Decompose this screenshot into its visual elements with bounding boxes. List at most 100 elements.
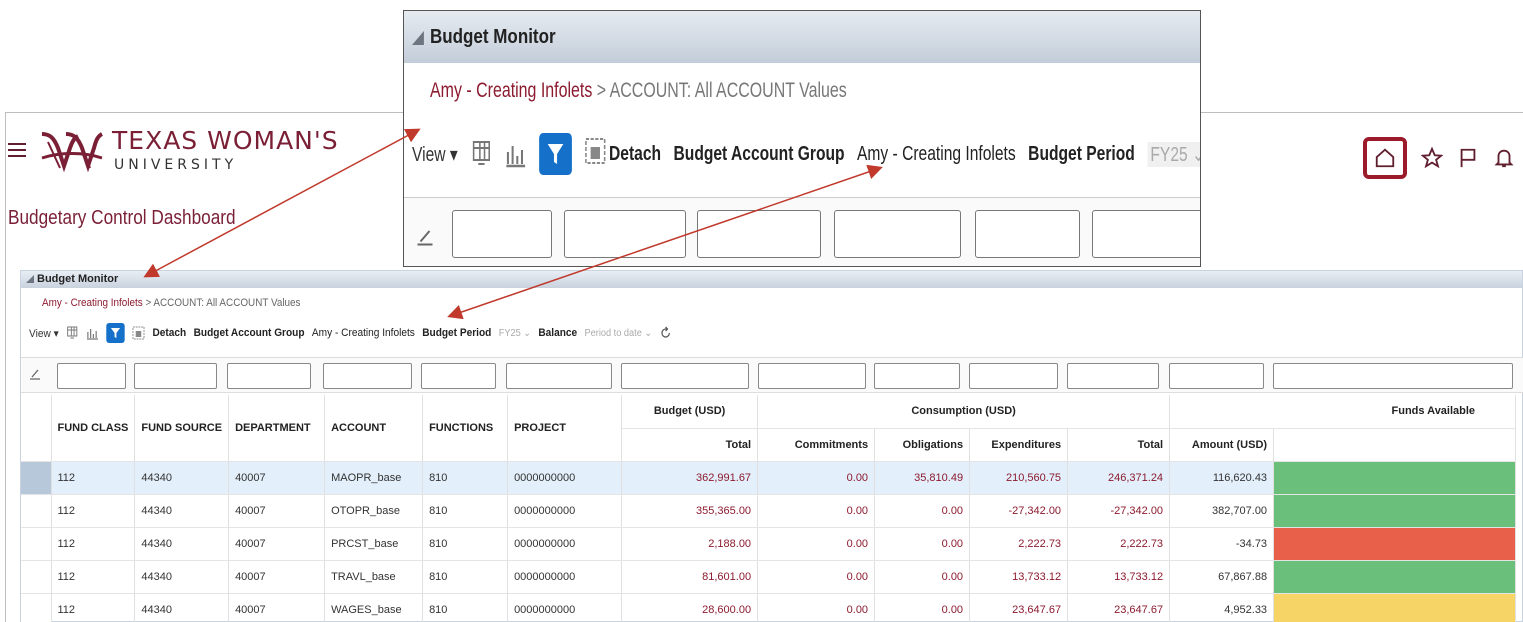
col-department[interactable]: DEPARTMENT — [228, 395, 326, 462]
cell-consumption-total[interactable]: 13,733.12 — [1067, 560, 1171, 594]
chart-icon[interactable] — [86, 326, 99, 340]
table-row[interactable]: 112 44340 40007 TRAVL_base 810 000000000… — [21, 560, 1517, 594]
refresh-icon[interactable] — [659, 326, 672, 340]
university-logo[interactable]: TEXAS WOMAN'S UNIVERSITY — [40, 124, 340, 180]
cell-expenditures[interactable]: 13,733.12 — [969, 560, 1069, 594]
cell-budget-total[interactable]: 81,601.00 — [621, 560, 759, 594]
cell-functions: 810 — [422, 494, 509, 528]
cell-department: 40007 — [228, 527, 326, 561]
cell-account: MAOPR_base — [324, 461, 424, 495]
cell-project: 0000000000 — [507, 593, 623, 622]
cell-commitments[interactable]: 0.00 — [757, 527, 876, 561]
row-selector[interactable] — [21, 494, 52, 528]
detach-button[interactable]: Detach — [152, 327, 186, 339]
filter-project[interactable] — [506, 363, 612, 389]
col-expenditures[interactable]: Expenditures — [969, 428, 1069, 462]
row-selector[interactable] — [21, 527, 52, 561]
cell-expenditures[interactable]: -27,342.00 — [969, 494, 1069, 528]
filter-commitments[interactable] — [758, 363, 866, 389]
filter-functions[interactable] — [421, 363, 496, 389]
col-budget-total[interactable]: Total — [621, 428, 759, 462]
col-fund-class[interactable]: FUND CLASS — [51, 395, 136, 462]
cell-fund-source: 44340 — [134, 560, 230, 594]
table-row[interactable]: 112 44340 40007 OTOPR_base 810 000000000… — [21, 494, 1517, 528]
col-functions[interactable]: FUNCTIONS — [422, 395, 509, 462]
row-selector[interactable] — [21, 593, 52, 622]
cell-consumption-total[interactable]: 23,647.67 — [1067, 593, 1171, 622]
freeze-columns-icon[interactable] — [66, 326, 79, 340]
star-icon[interactable] — [1421, 147, 1443, 169]
table-row[interactable]: 112 44340 40007 MAOPR_base 810 000000000… — [21, 461, 1517, 495]
collapse-triangle-icon[interactable] — [26, 275, 34, 283]
university-name: TEXAS WOMAN'S — [112, 126, 339, 155]
col-fund-source[interactable]: FUND SOURCE — [134, 395, 230, 462]
breadcrumb-current: > ACCOUNT: All ACCOUNT Values — [142, 297, 301, 309]
filter-amount[interactable] — [1169, 363, 1264, 389]
filter-expenditures[interactable] — [969, 363, 1058, 389]
cell-obligations[interactable]: 0.00 — [874, 560, 971, 594]
col-commitments[interactable]: Commitments — [757, 428, 876, 462]
col-account[interactable]: ACCOUNT — [324, 395, 424, 462]
home-button[interactable] — [1363, 137, 1407, 179]
detach-icon[interactable] — [132, 326, 145, 340]
col-project[interactable]: PROJECT — [507, 395, 623, 462]
zoom-detach-label: Detach — [609, 142, 662, 165]
cell-commitments[interactable]: 0.00 — [757, 593, 876, 622]
view-menu[interactable]: View ▾ — [29, 327, 59, 340]
cell-expenditures[interactable]: 23,647.67 — [969, 593, 1069, 622]
cell-budget-total[interactable]: 2,188.00 — [621, 527, 759, 561]
filter-fund-source[interactable] — [134, 363, 217, 389]
row-selector[interactable] — [21, 461, 52, 495]
bell-icon[interactable] — [1493, 147, 1515, 169]
cell-budget-total[interactable]: 355,365.00 — [621, 494, 759, 528]
filter-budget-total[interactable] — [621, 363, 749, 389]
panel-header[interactable]: Budget Monitor — [21, 271, 1522, 288]
cell-expenditures[interactable]: 210,560.75 — [969, 461, 1069, 495]
zoom-panel-title: Budget Monitor — [430, 26, 556, 48]
cell-commitments[interactable]: 0.00 — [757, 494, 876, 528]
flag-icon[interactable] — [1457, 147, 1479, 169]
cell-amount: 4,952.33 — [1169, 593, 1275, 622]
cell-functions: 810 — [422, 593, 509, 622]
cell-commitments[interactable]: 0.00 — [757, 461, 876, 495]
filter-department[interactable] — [227, 363, 311, 389]
collapse-triangle-icon — [412, 31, 424, 45]
cell-obligations[interactable]: 35,810.49 — [874, 461, 971, 495]
cell-expenditures[interactable]: 2,222.73 — [969, 527, 1069, 561]
col-obligations[interactable]: Obligations — [874, 428, 971, 462]
balance-select[interactable]: Period to date ⌄ — [585, 327, 653, 339]
table-row[interactable]: 112 44340 40007 WAGES_base 810 000000000… — [21, 593, 1517, 622]
cell-obligations[interactable]: 0.00 — [874, 593, 971, 622]
col-amount[interactable]: Amount (USD) — [1169, 428, 1275, 462]
cell-commitments[interactable]: 0.00 — [757, 560, 876, 594]
filter-fund-class[interactable] — [57, 363, 126, 389]
budget-account-group-value[interactable]: Amy - Creating Infolets — [312, 327, 415, 339]
cell-budget-total[interactable]: 362,991.67 — [621, 461, 759, 495]
pencil-icon[interactable] — [29, 368, 41, 380]
cell-amount: 382,707.00 — [1169, 494, 1275, 528]
cell-consumption-total[interactable]: 2,222.73 — [1067, 527, 1171, 561]
cell-obligations[interactable]: 0.00 — [874, 494, 971, 528]
filter-consumption-total[interactable] — [1067, 363, 1159, 389]
row-selector[interactable] — [21, 560, 52, 594]
cell-fund-class: 112 — [51, 461, 136, 495]
cell-consumption-total[interactable]: 246,371.24 — [1067, 461, 1171, 495]
filter-funds-available[interactable] — [1273, 363, 1513, 389]
filter-account[interactable] — [323, 363, 412, 389]
hamburger-menu-icon[interactable] — [8, 143, 26, 157]
cell-functions: 810 — [422, 461, 509, 495]
cell-fund-class: 112 — [51, 527, 136, 561]
cell-department: 40007 — [228, 461, 326, 495]
cell-consumption-total[interactable]: -27,342.00 — [1067, 494, 1171, 528]
filter-obligations[interactable] — [874, 363, 960, 389]
budget-period-select[interactable]: FY25 ⌄ — [499, 327, 531, 339]
table-row[interactable]: 112 44340 40007 PRCST_base 810 000000000… — [21, 527, 1517, 561]
zoom-panel-header: Budget Monitor — [404, 11, 1200, 63]
breadcrumb-link[interactable]: Amy - Creating Infolets — [42, 297, 143, 309]
global-header-icons — [1363, 137, 1515, 179]
cell-budget-total[interactable]: 28,600.00 — [621, 593, 759, 622]
cell-obligations[interactable]: 0.00 — [874, 527, 971, 561]
query-by-example-icon[interactable] — [106, 323, 125, 343]
col-consumption-total[interactable]: Total — [1067, 428, 1171, 462]
university-subtitle: UNIVERSITY — [114, 157, 238, 173]
